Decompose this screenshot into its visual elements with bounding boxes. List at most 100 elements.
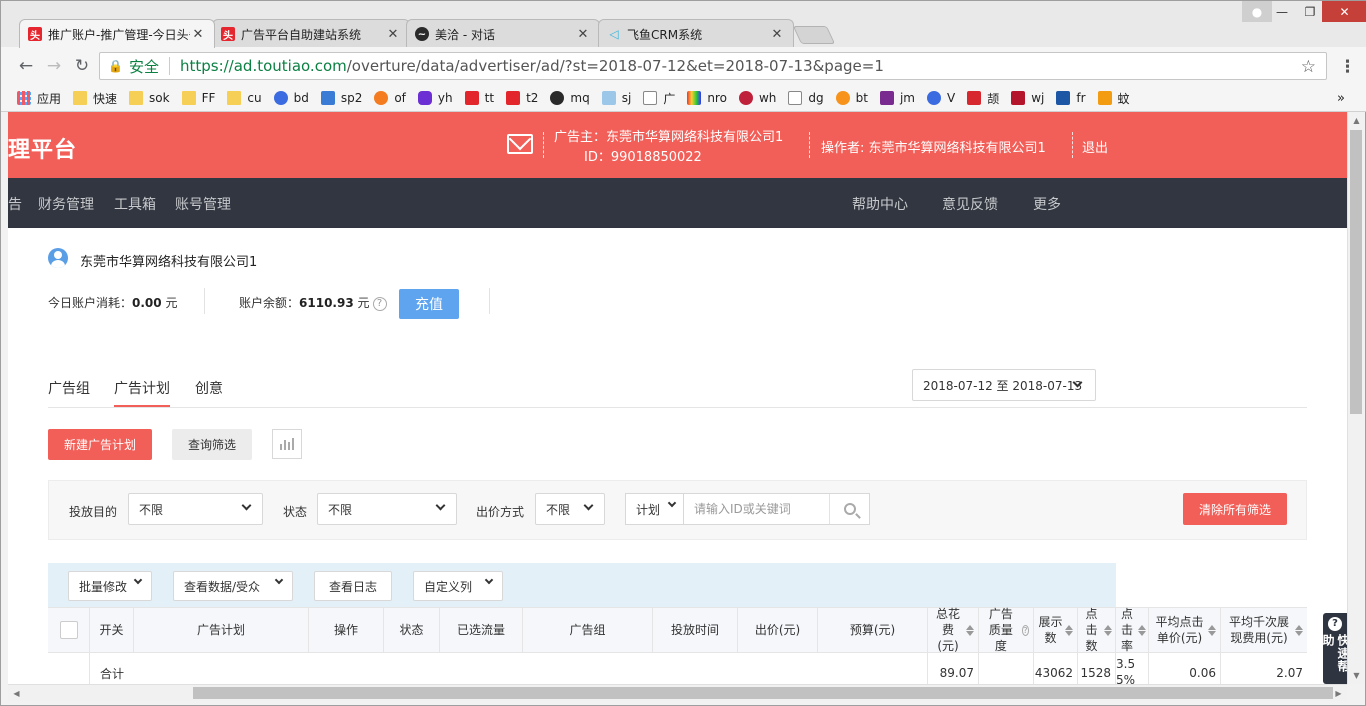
- back-arrow-icon[interactable]: ←: [15, 55, 37, 77]
- close-icon[interactable]: ✕: [575, 27, 591, 42]
- bookmark-item[interactable]: yh: [417, 91, 453, 105]
- bookmark-folder[interactable]: sok: [129, 91, 170, 105]
- scroll-up-arrow-icon[interactable]: ▲: [1348, 112, 1365, 129]
- browser-tab-2[interactable]: ~ 美洽 - 对话 ✕: [406, 19, 600, 48]
- help-question-icon[interactable]: ?: [1021, 624, 1029, 636]
- col-total-cost[interactable]: 总花费(元): [928, 607, 979, 653]
- quick-help-widget[interactable]: ? 快速帮助: [1321, 613, 1350, 684]
- goal-select[interactable]: 不限: [128, 493, 263, 525]
- bookmark-item[interactable]: sp2: [320, 91, 362, 105]
- nav-item-account[interactable]: 账号管理: [175, 194, 231, 214]
- chevron-down-icon: [435, 500, 446, 511]
- tab-ad-plan[interactable]: 广告计划: [114, 378, 170, 398]
- logout-link[interactable]: 退出: [1082, 137, 1108, 156]
- bookmark-apps[interactable]: 应用: [17, 90, 61, 107]
- search-scope-select[interactable]: 计划: [626, 494, 684, 524]
- query-filter-button[interactable]: 查询筛选: [172, 429, 252, 460]
- filter-panel: 投放目的 不限 状态 不限 出价方式 不限 计划 清除所有筛选: [48, 480, 1307, 540]
- bookmark-item[interactable]: jm: [879, 91, 915, 105]
- close-window-button[interactable]: ✕: [1322, 1, 1366, 22]
- view-data-button[interactable]: 查看数据/受众: [173, 571, 293, 601]
- bookmark-item[interactable]: V: [926, 91, 955, 105]
- minimize-button[interactable]: —: [1267, 1, 1297, 22]
- status-select[interactable]: 不限: [317, 493, 457, 525]
- maximize-button[interactable]: ❐: [1295, 1, 1325, 22]
- col-ctr[interactable]: 点击率: [1116, 607, 1149, 653]
- search-icon[interactable]: [829, 494, 869, 524]
- col-cpm[interactable]: 平均千次展现费用(元): [1221, 608, 1307, 652]
- reload-icon[interactable]: ↻: [71, 55, 93, 77]
- scroll-right-arrow-icon[interactable]: ▶: [1330, 685, 1347, 702]
- new-tab-button[interactable]: [792, 26, 836, 44]
- site-icon: [320, 91, 335, 105]
- scroll-down-arrow-icon[interactable]: ▼: [1348, 667, 1365, 684]
- bookmark-folder[interactable]: cu: [227, 91, 262, 105]
- browser-tab-1[interactable]: 头 广告平台自助建站系统 ✕: [212, 19, 410, 48]
- date-range-picker[interactable]: 2018-07-12 至 2018-07-13: [912, 369, 1096, 401]
- col-cpc[interactable]: 平均点击单价(元): [1149, 608, 1221, 652]
- bookmark-item[interactable]: nro: [687, 91, 727, 105]
- more-bookmarks-icon[interactable]: »: [1337, 91, 1345, 106]
- batch-edit-button[interactable]: 批量修改: [68, 571, 152, 601]
- bookmark-item[interactable]: of: [374, 91, 406, 105]
- clear-filters-button[interactable]: 清除所有筛选: [1183, 493, 1287, 525]
- bookmark-item[interactable]: fr: [1056, 91, 1086, 105]
- browser-tab-0[interactable]: 头 推广账户-推广管理-今日头条 ✕: [19, 19, 215, 48]
- bookmark-item[interactable]: bd: [273, 91, 309, 105]
- nav-item-help[interactable]: 帮助中心: [852, 194, 908, 214]
- nav-item-feedback[interactable]: 意见反馈: [942, 194, 998, 214]
- scroll-left-arrow-icon[interactable]: ◀: [8, 685, 25, 702]
- forward-arrow-icon[interactable]: →: [43, 55, 65, 77]
- help-question-icon[interactable]: ?: [372, 296, 387, 311]
- sort-icon: [1208, 625, 1216, 636]
- bookmark-item[interactable]: mq: [550, 91, 590, 105]
- bookmark-item[interactable]: dg: [788, 91, 824, 105]
- address-bar[interactable]: 🔒 安全 https://ad.toutiao.com/overture/dat…: [99, 52, 1327, 80]
- nav-item-tools[interactable]: 工具箱: [114, 194, 156, 214]
- nav-item-more[interactable]: 更多: [1033, 194, 1061, 214]
- close-icon[interactable]: ✕: [190, 27, 206, 42]
- nav-item-finance[interactable]: 财务管理: [38, 194, 94, 214]
- site-icon: [738, 91, 753, 105]
- scrollbar-thumb[interactable]: [193, 687, 1333, 699]
- col-impressions[interactable]: 展示数: [1034, 608, 1078, 652]
- bookmark-item[interactable]: 颉: [967, 90, 999, 107]
- main-nav: 告 财务管理 工具箱 账号管理 帮助中心 意见反馈 更多: [8, 178, 1347, 228]
- close-icon[interactable]: ✕: [385, 27, 401, 42]
- new-plan-button[interactable]: 新建广告计划: [48, 429, 152, 460]
- bookmark-star-icon[interactable]: ☆: [1301, 57, 1316, 77]
- bookmark-folder[interactable]: 快速: [73, 90, 117, 107]
- vertical-scrollbar[interactable]: ▲ ▼: [1347, 112, 1364, 684]
- bid-select[interactable]: 不限: [535, 493, 605, 525]
- account-balance: 账户余额：6110.93 元?: [239, 294, 387, 311]
- search-input[interactable]: [684, 495, 824, 523]
- mail-icon[interactable]: [507, 134, 533, 154]
- scrollbar-thumb[interactable]: [1350, 130, 1362, 414]
- baidu-paw-icon: [273, 91, 288, 105]
- col-clicks[interactable]: 点击数: [1078, 607, 1116, 653]
- custom-columns-button[interactable]: 自定义列: [413, 571, 503, 601]
- bookmarks-bar: 应用 快速 sok FF cu bd sp2 of yh tt t2 mq sj…: [1, 85, 1366, 112]
- bookmark-item[interactable]: wh: [738, 91, 776, 105]
- browser-menu-icon[interactable]: ⋮: [1339, 57, 1356, 77]
- browser-tab-3[interactable]: ◁ 飞鱼CRM系统 ✕: [598, 19, 794, 48]
- nav-item-ad[interactable]: 告: [8, 194, 22, 214]
- secure-indicator[interactable]: 🔒 安全: [108, 56, 159, 77]
- bookmark-item[interactable]: bt: [835, 91, 868, 105]
- bookmark-folder[interactable]: FF: [181, 91, 215, 105]
- recharge-button[interactable]: 充值: [399, 289, 459, 319]
- select-all-checkbox[interactable]: [48, 608, 90, 652]
- bookmark-item[interactable]: sj: [601, 91, 631, 105]
- bookmark-item[interactable]: wj: [1011, 91, 1044, 105]
- horizontal-scrollbar[interactable]: ◀ ▶: [8, 684, 1347, 701]
- tab-creative[interactable]: 创意: [195, 378, 223, 398]
- close-icon[interactable]: ✕: [769, 27, 785, 42]
- company-name: 东莞市华算网络科技有限公司1: [80, 255, 258, 270]
- tab-ad-group[interactable]: 广告组: [48, 378, 90, 398]
- bookmark-item[interactable]: 蚊: [1097, 90, 1130, 107]
- view-log-button[interactable]: 查看日志: [314, 571, 392, 601]
- bar-chart-icon[interactable]: [272, 429, 302, 459]
- bookmark-item[interactable]: 广: [643, 90, 675, 107]
- bookmark-item[interactable]: tt: [464, 91, 494, 105]
- bookmark-item[interactable]: t2: [506, 91, 538, 105]
